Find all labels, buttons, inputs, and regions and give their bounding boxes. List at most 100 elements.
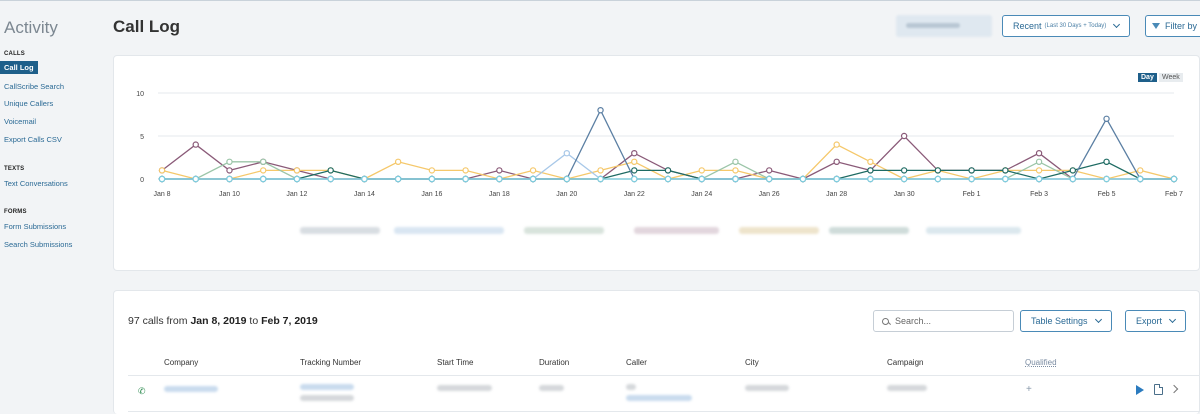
data-point xyxy=(698,175,705,183)
account-selector[interactable] xyxy=(896,15,992,37)
column-header-duration[interactable]: Duration xyxy=(539,358,569,367)
document-icon[interactable] xyxy=(1154,384,1163,395)
x-tick-label: Feb 1 xyxy=(963,191,981,198)
data-point xyxy=(867,158,874,166)
sidebar-title: Activity xyxy=(4,18,58,37)
legend-item[interactable] xyxy=(829,227,909,234)
calls-summary: 97 calls from Jan 8, 2019 to Feb 7, 2019 xyxy=(128,315,318,327)
summary-mid: to xyxy=(246,315,262,327)
sidebar-heading-texts: TEXTS xyxy=(4,166,25,172)
data-point xyxy=(1103,115,1110,123)
data-point xyxy=(631,167,638,174)
data-point xyxy=(664,167,672,174)
data-point xyxy=(597,107,604,114)
data-point xyxy=(394,175,402,183)
column-header-tracking-number[interactable]: Tracking Number xyxy=(300,358,361,367)
summary-prefix: 97 calls from xyxy=(128,315,191,327)
start-time-cell xyxy=(437,385,492,391)
data-point xyxy=(496,175,503,183)
data-point xyxy=(1035,175,1043,183)
chevron-right-icon[interactable] xyxy=(1169,384,1179,394)
sidebar-item-callscribe-search[interactable]: CallScribe Search xyxy=(4,82,64,91)
export-button[interactable]: Export xyxy=(1125,310,1187,332)
data-point xyxy=(529,167,537,174)
data-point xyxy=(833,175,840,183)
sidebar-item-unique-callers[interactable]: Unique Callers xyxy=(4,99,53,108)
sidebar-item-search-submissions[interactable]: Search Submissions xyxy=(4,240,72,249)
legend-item[interactable] xyxy=(524,227,604,234)
data-point xyxy=(462,167,469,174)
data-point xyxy=(1035,167,1043,174)
data-point xyxy=(158,175,166,183)
data-point xyxy=(462,175,469,183)
x-tick-label: Jan 22 xyxy=(624,191,645,198)
play-icon[interactable] xyxy=(1136,385,1144,395)
sidebar-item-text-conversations[interactable]: Text Conversations xyxy=(4,179,68,188)
data-point xyxy=(732,175,739,183)
row-divider xyxy=(128,411,1200,412)
legend-item[interactable] xyxy=(739,227,819,234)
search-input[interactable] xyxy=(895,316,1005,326)
data-point xyxy=(766,167,773,174)
data-point xyxy=(833,141,840,148)
table-settings-button[interactable]: Table Settings xyxy=(1020,310,1112,332)
incoming-call-icon: ✆ xyxy=(138,386,146,396)
x-tick-label: Feb 3 xyxy=(1030,191,1048,198)
qualified-toggle[interactable]: + xyxy=(1026,384,1032,395)
y-tick-label: 0 xyxy=(140,177,144,184)
data-point xyxy=(327,175,334,183)
data-point xyxy=(563,175,570,183)
data-point xyxy=(732,167,739,174)
column-header-company[interactable]: Company xyxy=(164,358,198,367)
sidebar-item-call-log[interactable]: Call Log xyxy=(0,61,38,74)
column-header-city[interactable]: City xyxy=(745,358,759,367)
filter-icon xyxy=(1152,23,1160,29)
column-header-campaign[interactable]: Campaign xyxy=(887,358,923,367)
date-range-label: Recent xyxy=(1013,21,1042,31)
y-tick-label: 10 xyxy=(136,91,144,98)
header-divider xyxy=(128,375,1200,376)
x-tick-label: Jan 24 xyxy=(691,191,712,198)
data-point xyxy=(1035,149,1043,157)
data-point xyxy=(259,175,267,183)
legend-item[interactable] xyxy=(634,227,719,234)
city-cell xyxy=(745,385,789,391)
date-range-dropdown[interactable]: Recent (Last 30 Days + Today) xyxy=(1002,15,1131,37)
data-point xyxy=(259,167,267,174)
tracking-number-sub xyxy=(300,395,354,401)
column-header-qualified[interactable]: Qualified xyxy=(1025,358,1057,367)
tracking-number-cell xyxy=(300,384,354,390)
data-point xyxy=(1137,167,1144,174)
sidebar-item-export-calls-csv[interactable]: Export Calls CSV xyxy=(4,135,62,144)
filter-label: Filter by xyxy=(1165,21,1198,31)
x-tick-label: Jan 30 xyxy=(894,191,915,198)
caller-cell xyxy=(626,384,636,390)
call-volume-chart: 0 5 10 Jan 8 Jan 10 Jan 12 Jan 14 Jan 16 Jan 18 J… xyxy=(136,91,1183,198)
sidebar-item-voicemail[interactable]: Voicemail xyxy=(4,117,36,126)
x-tick-label: Jan 14 xyxy=(354,191,375,198)
x-tick-label: Jan 28 xyxy=(826,191,847,198)
legend-item[interactable] xyxy=(300,227,380,234)
company-cell[interactable] xyxy=(164,386,218,392)
sidebar-heading-calls: CALLS xyxy=(4,51,25,57)
x-tick-label: Jan 8 xyxy=(153,191,170,198)
x-tick-label: Feb 7 xyxy=(1165,191,1183,198)
data-point xyxy=(968,167,975,174)
column-header-caller[interactable]: Caller xyxy=(626,358,647,367)
x-tick-label: Jan 26 xyxy=(759,191,780,198)
legend-item[interactable] xyxy=(926,227,1021,234)
summary-date-from: Jan 8, 2019 xyxy=(190,315,247,327)
sidebar-item-form-submissions[interactable]: Form Submissions xyxy=(4,222,66,231)
data-point xyxy=(563,149,570,157)
legend-item[interactable] xyxy=(394,227,504,234)
data-point xyxy=(192,141,199,148)
table-settings-label: Table Settings xyxy=(1031,316,1088,326)
caller-link[interactable] xyxy=(626,395,692,401)
x-tick-label: Jan 12 xyxy=(286,191,307,198)
column-header-start-time[interactable]: Start Time xyxy=(437,358,473,367)
data-point xyxy=(192,175,199,183)
data-point xyxy=(631,175,638,183)
data-point xyxy=(1002,175,1009,183)
filter-button[interactable]: Filter by xyxy=(1145,15,1200,37)
data-point xyxy=(968,175,975,183)
